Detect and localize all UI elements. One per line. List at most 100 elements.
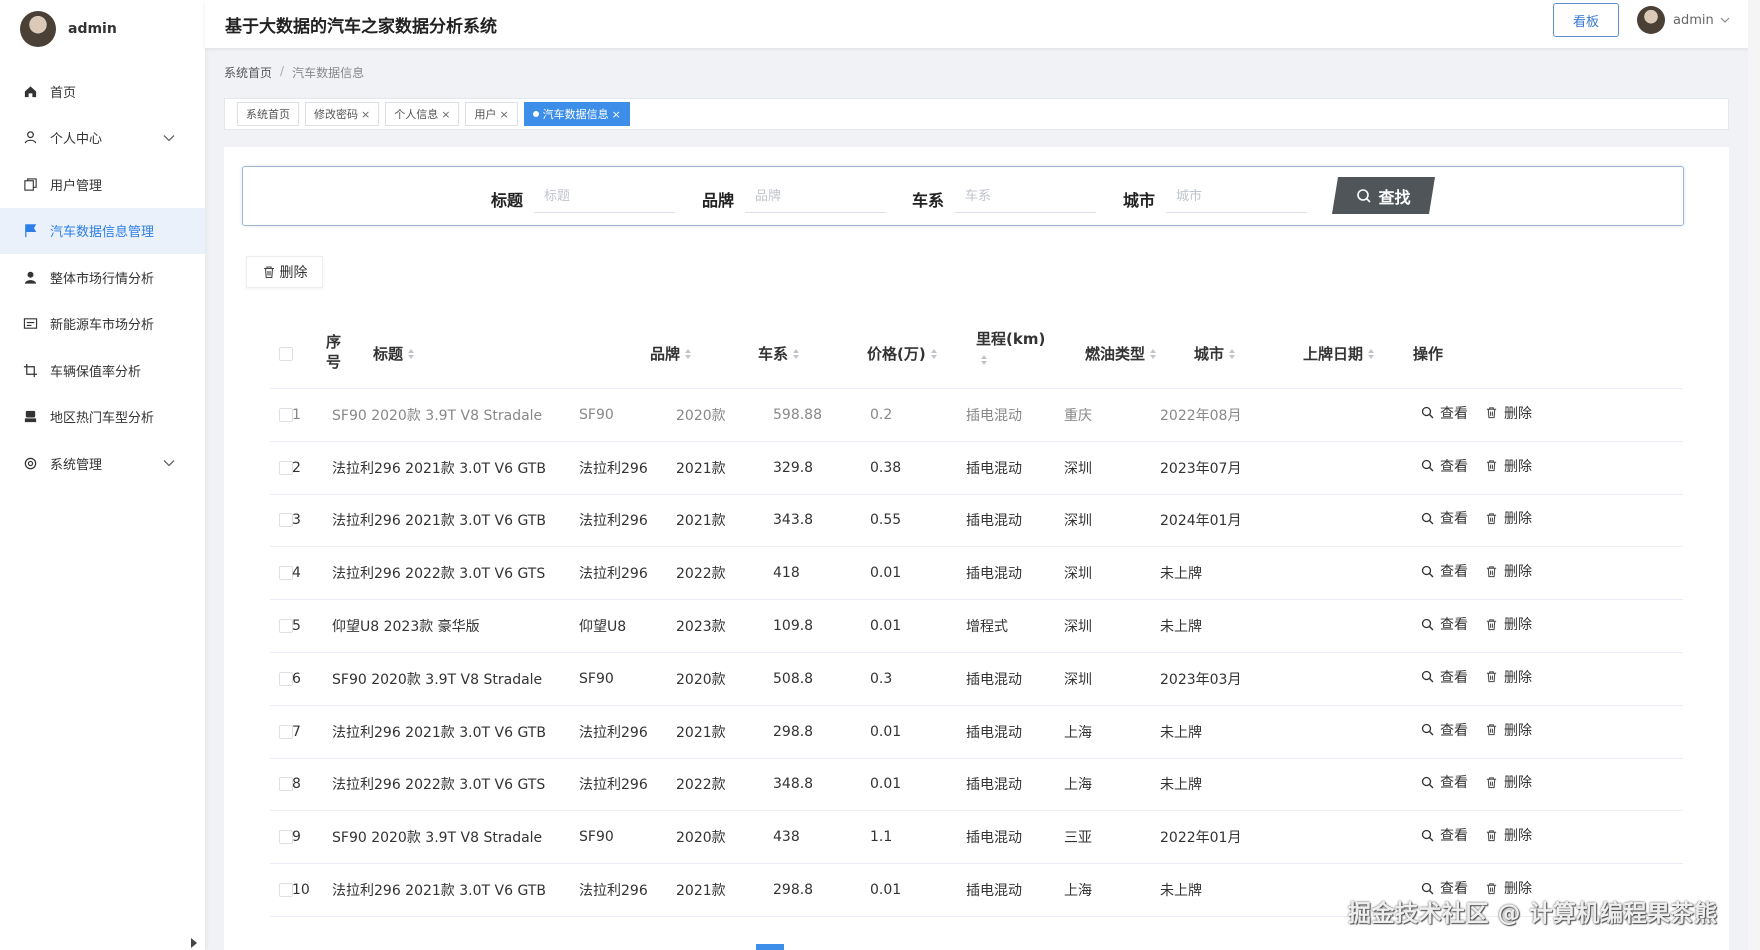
breadcrumb-home[interactable]: 系统首页 [224, 64, 272, 81]
close-icon[interactable]: × [361, 108, 370, 121]
cell-mileage: 0.01 [870, 565, 902, 582]
tag-2[interactable]: 修改密码 × [305, 102, 380, 126]
row-checkbox[interactable] [279, 883, 293, 898]
view-button[interactable]: 查看 [1421, 508, 1468, 528]
sidebar-item-9[interactable]: 系统管理 [0, 440, 205, 487]
sort-icon[interactable] [1229, 348, 1236, 359]
sort-icon[interactable] [408, 348, 415, 359]
view-button[interactable]: 查看 [1421, 720, 1468, 740]
row-checkbox[interactable] [279, 777, 293, 792]
sidebar-item-4[interactable]: 汽车数据信息管理 [0, 207, 205, 254]
delete-button[interactable]: 删除 [1485, 720, 1532, 740]
view-button[interactable]: 查看 [1421, 614, 1468, 634]
delete-button[interactable]: 删除 [1485, 825, 1532, 845]
page-scrollbar[interactable] [1748, 0, 1760, 950]
tag-5[interactable]: 汽车数据信息 × [523, 102, 630, 126]
delete-button[interactable]: 删除 [1485, 456, 1532, 476]
trash-icon [1486, 618, 1497, 630]
tag-4[interactable]: 用户 × [465, 102, 518, 126]
avatar[interactable] [20, 11, 56, 47]
close-icon[interactable]: × [441, 108, 450, 121]
col-price[interactable]: 价格(万) [867, 318, 937, 389]
row-checkbox[interactable] [279, 513, 293, 528]
sort-icon[interactable] [1150, 348, 1157, 359]
sidebar-item-6[interactable]: 新能源车市场分析 [0, 301, 205, 348]
col-title-label: 标题 [373, 345, 404, 363]
delete-button[interactable]: 删除 [1485, 667, 1532, 687]
table-row: 1 SF90 2020款 3.9T V8 Stradale SF90 2020款 598… [270, 389, 1683, 442]
cell-title: 法拉利296 2021款 3.0T V6 GTB [332, 513, 546, 530]
close-icon[interactable]: × [499, 108, 508, 121]
sidebar-item-label: 车辆保值率分析 [50, 364, 142, 380]
cell-reg-date: 2023年07月 [1160, 460, 1242, 477]
row-checkbox[interactable] [279, 460, 293, 475]
batch-delete-button[interactable]: 删除 [246, 256, 323, 288]
view-button[interactable]: 查看 [1421, 667, 1468, 687]
title-input[interactable] [534, 181, 675, 213]
col-city[interactable]: 城市 [1194, 318, 1236, 389]
sidebar-user: admin [0, 0, 205, 58]
delete-button[interactable]: 删除 [1485, 561, 1532, 581]
col-series[interactable]: 车系 [758, 318, 800, 389]
row-checkbox[interactable] [279, 830, 293, 845]
select-all-checkbox[interactable] [279, 346, 293, 361]
pagination-active-page[interactable] [756, 944, 784, 950]
search-icon [1356, 188, 1372, 204]
cell-reg-date: 未上牌 [1160, 619, 1202, 636]
sidebar-item-1[interactable]: 首页 [0, 68, 205, 115]
crop-icon [22, 362, 38, 378]
row-checkbox[interactable] [279, 407, 293, 422]
row-checkbox[interactable] [279, 724, 293, 739]
data-table: 序号 标题 品牌 车系 价格(万) 里程(km) 燃油类型 城市 上牌日期 操作… [270, 318, 1683, 917]
cell-series: 2021款 [676, 883, 726, 900]
card-icon [22, 316, 38, 332]
user-menu[interactable]: admin [1637, 4, 1730, 36]
delete-button[interactable]: 删除 [1485, 614, 1532, 634]
sort-icon[interactable] [685, 348, 692, 359]
view-button[interactable]: 查看 [1421, 456, 1468, 476]
sidebar-item-5[interactable]: 整体市场行情分析 [0, 254, 205, 301]
view-label: 查看 [1440, 828, 1468, 845]
cell-mileage: 0.3 [870, 670, 893, 687]
col-fuel[interactable]: 燃油类型 [1085, 318, 1157, 389]
sidebar-item-7[interactable]: 车辆保值率分析 [0, 347, 205, 394]
sidebar-item-label: 用户管理 [50, 178, 103, 194]
scroll-arrow-icon[interactable] [191, 938, 197, 948]
search-button[interactable]: 查找 [1332, 177, 1435, 214]
view-button[interactable]: 查看 [1421, 403, 1468, 423]
view-button[interactable]: 查看 [1421, 561, 1468, 581]
city-input[interactable] [1166, 181, 1307, 213]
tag-3[interactable]: 个人信息 × [385, 102, 460, 126]
delete-button[interactable]: 删除 [1485, 772, 1532, 792]
row-checkbox[interactable] [279, 566, 293, 581]
trash-icon [1486, 407, 1497, 419]
search-icon [1421, 776, 1434, 789]
board-button[interactable]: 看板 [1553, 3, 1619, 37]
view-button[interactable]: 查看 [1421, 825, 1468, 845]
col-title[interactable]: 标题 [373, 318, 415, 389]
sidebar-item-3[interactable]: 用户管理 [0, 161, 205, 208]
cell-fuel: 增程式 [966, 619, 1008, 636]
delete-button[interactable]: 删除 [1485, 403, 1532, 423]
sort-icon[interactable] [930, 348, 937, 359]
sidebar-item-2[interactable]: 个人中心 [0, 115, 205, 162]
sort-icon[interactable] [981, 355, 987, 365]
col-reg-date[interactable]: 上牌日期 [1303, 318, 1375, 389]
cell-title: SF90 2020款 3.9T V8 Stradale [332, 830, 543, 847]
sidebar-item-label: 个人中心 [50, 132, 103, 148]
sort-icon[interactable] [793, 348, 800, 359]
delete-button[interactable]: 删除 [1485, 508, 1532, 528]
series-input[interactable] [955, 181, 1096, 213]
brand-input[interactable] [745, 181, 886, 213]
row-checkbox[interactable] [279, 619, 293, 634]
col-mileage[interactable]: 里程(km) [976, 328, 1045, 365]
row-checkbox[interactable] [279, 671, 293, 686]
col-brand[interactable]: 品牌 [650, 318, 692, 389]
breadcrumb: 系统首页 / 汽车数据信息 [224, 64, 364, 81]
close-icon[interactable]: × [612, 108, 621, 121]
sort-icon[interactable] [1368, 348, 1375, 359]
sidebar-item-8[interactable]: 地区热门车型分析 [0, 394, 205, 441]
view-label: 查看 [1440, 722, 1468, 739]
tag-1[interactable]: 系统首页 [237, 102, 299, 126]
view-button[interactable]: 查看 [1421, 772, 1468, 792]
